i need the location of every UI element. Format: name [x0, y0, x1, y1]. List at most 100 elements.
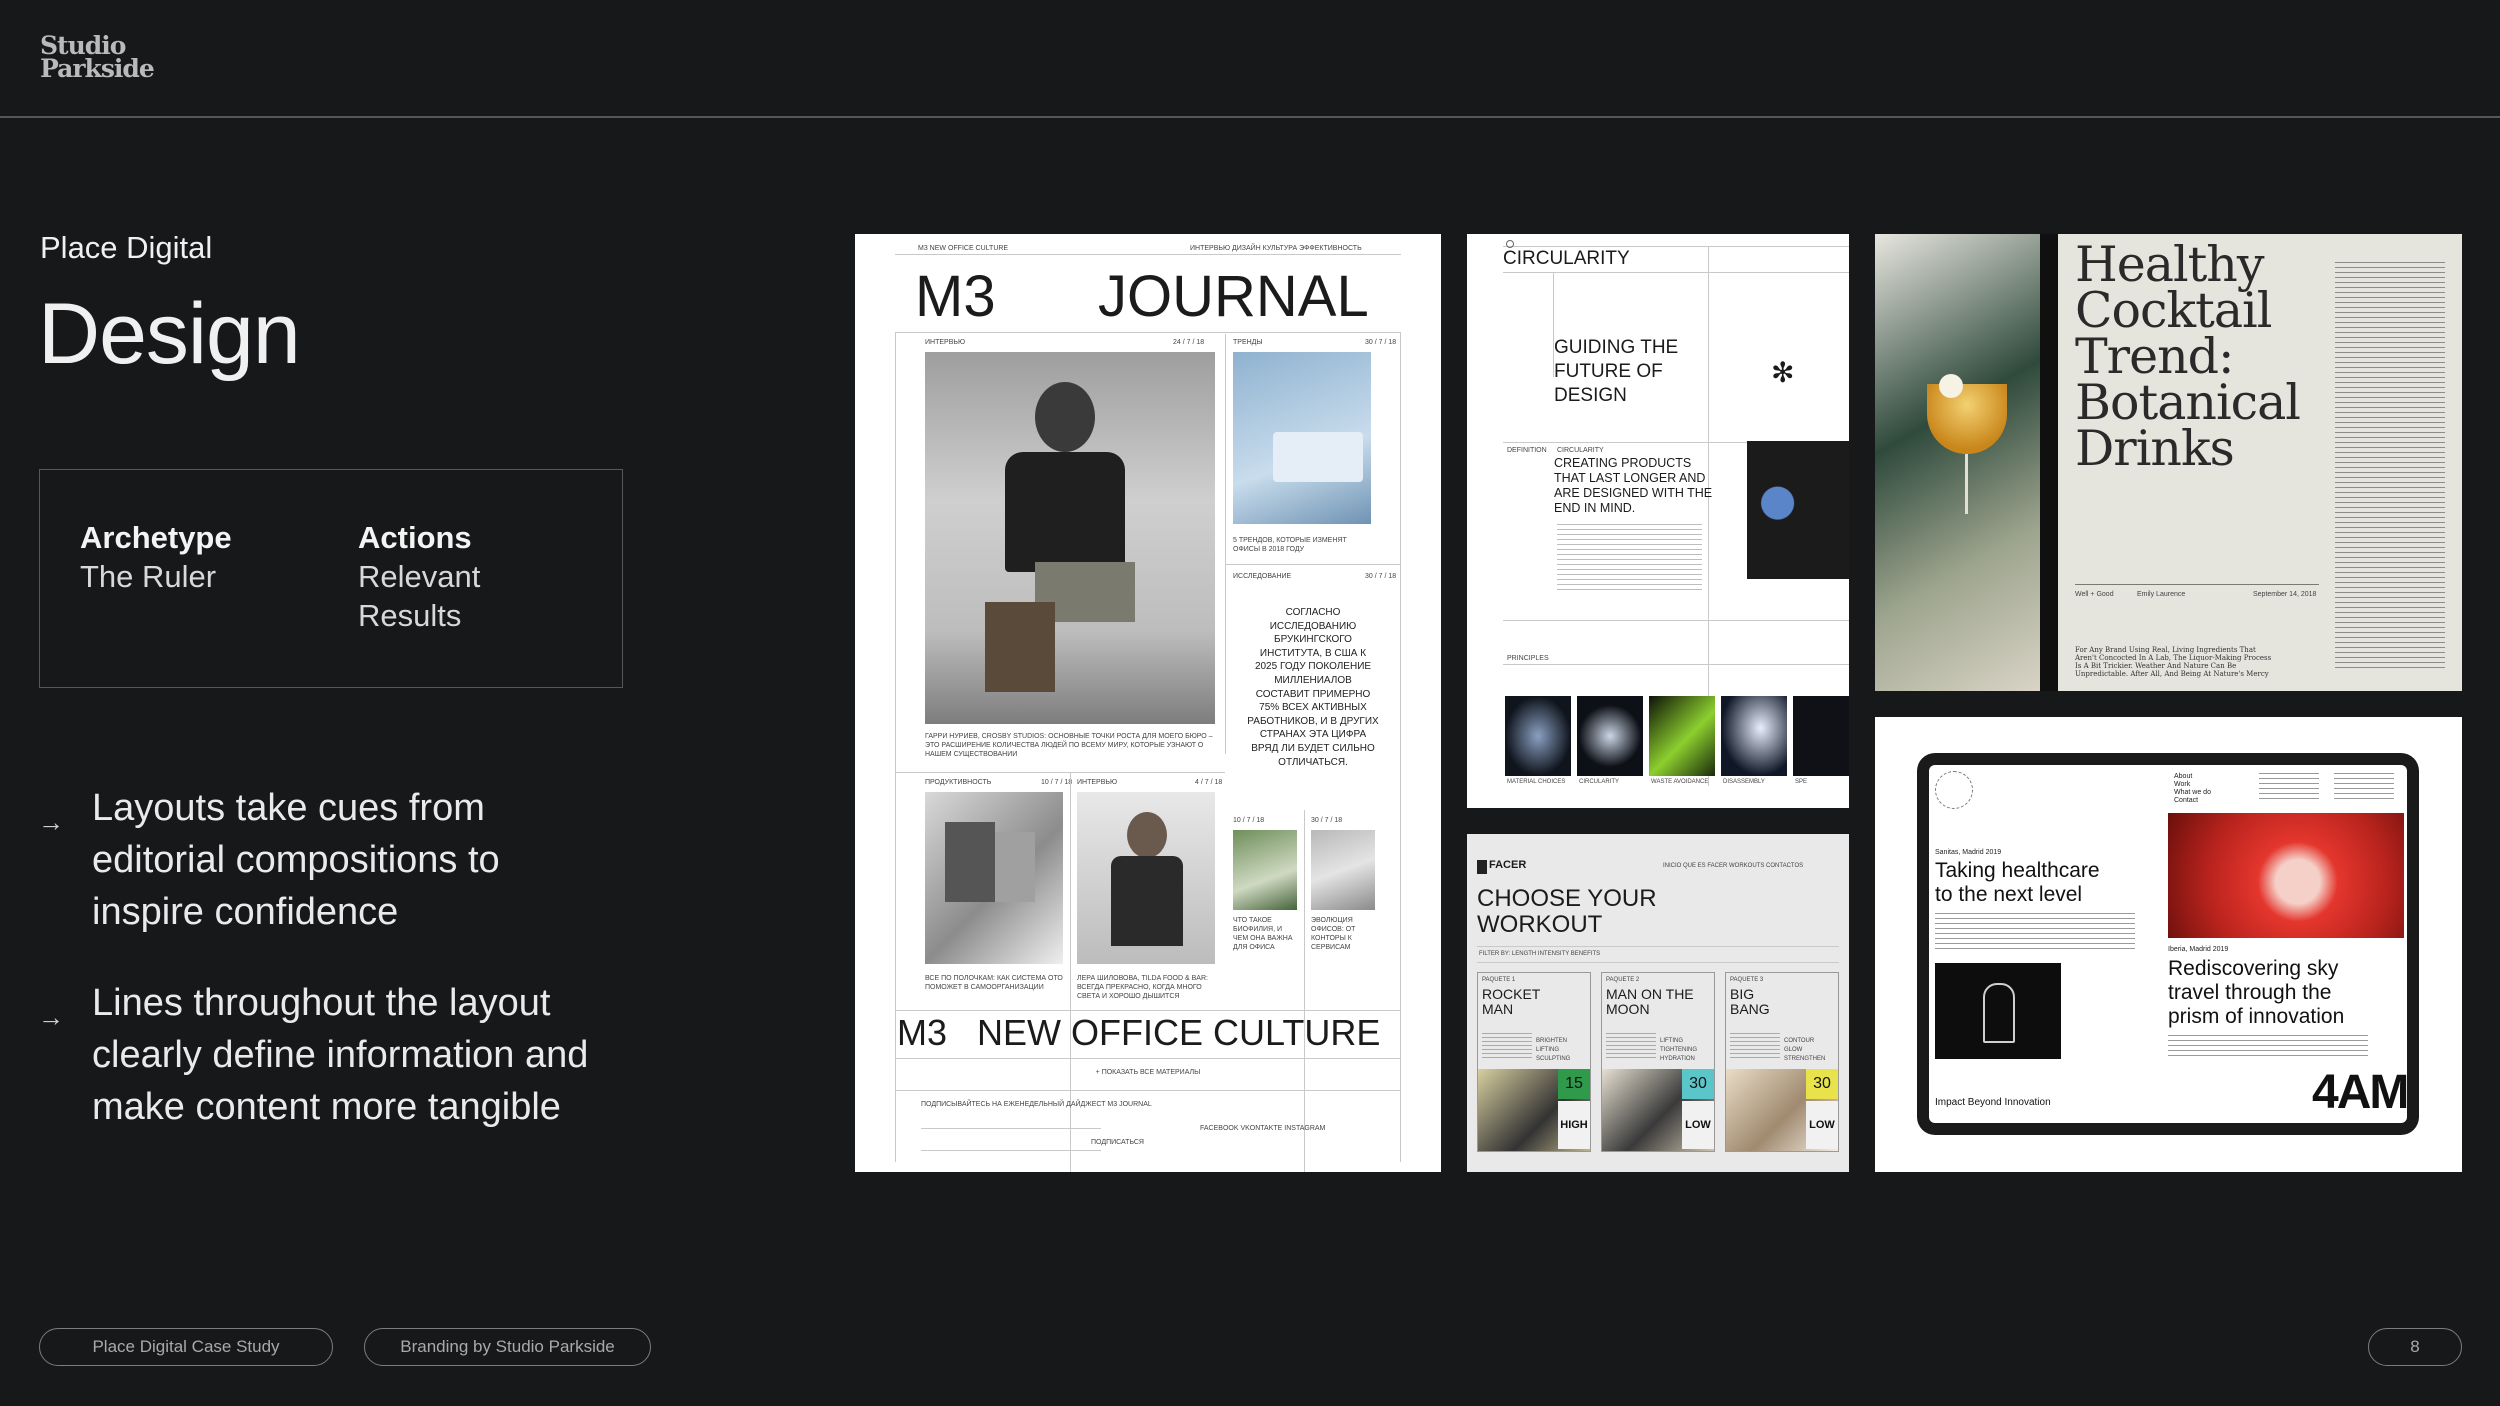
principle-thumb — [1721, 696, 1787, 776]
case-study-pill[interactable]: Place Digital Case Study — [39, 1328, 333, 1366]
archetype-value: The Ruler — [80, 559, 217, 594]
divider — [1477, 946, 1839, 947]
nav-item[interactable]: Work — [2174, 781, 2211, 789]
logo-line-2: Parkside — [40, 54, 155, 83]
brand-badge-icon — [1935, 771, 1973, 809]
quote-line: ИССЛЕДОВАНИЮ — [1269, 620, 1357, 632]
email-underline[interactable] — [921, 1128, 1101, 1129]
circularity-small-label: CIRCULARITY — [1557, 447, 1604, 454]
section-date: 4 / 7 / 18 — [1195, 779, 1223, 786]
name-underline[interactable] — [921, 1150, 1101, 1151]
article-date: September 14, 2018 — [2253, 591, 2317, 598]
project-body-text — [2168, 1035, 2368, 1057]
workout-card[interactable]: PAQUETE 1 ROCKET MAN BRIGHTEN LIFTING SC… — [1477, 972, 1591, 1152]
site-nav[interactable]: About Work What we do Contact — [2174, 773, 2211, 805]
archetype-column: Archetype The Ruler — [80, 518, 232, 596]
project-heading[interactable]: Taking healthcare to the next level — [1935, 859, 2100, 907]
bullet-icon — [1506, 240, 1514, 248]
m3-journal-mockup: M3 NEW OFFICE CULTURE ИНТЕРВЬЮ ДИЗАЙН КУ… — [855, 234, 1441, 1172]
divider — [1304, 810, 1305, 1172]
card-level: LOW — [1806, 1101, 1838, 1149]
quote-line: СОСТАВИТ ПРИМЕРНО — [1255, 688, 1371, 700]
social-links[interactable]: FACEBOOK VKONTAKTE INSTAGRAM — [1200, 1124, 1325, 1133]
journal-small-head: M3 NEW OFFICE CULTURE — [918, 245, 1009, 252]
divider — [895, 332, 896, 1162]
divider — [895, 1090, 1401, 1091]
vr-image[interactable] — [2168, 813, 2404, 938]
workout-card[interactable]: PAQUETE 2 MAN ON THE MOON LIFTING TIGHTE… — [1601, 972, 1715, 1152]
principle-thumb — [1649, 696, 1715, 776]
quote-line: ВРЯД ЛИ БУДЕТ СИЛЬНО — [1251, 742, 1375, 754]
bullet-line: clearly define information and — [92, 1034, 589, 1076]
facer-logo-icon — [1477, 860, 1487, 874]
title-line: ROCKET — [1482, 986, 1541, 1002]
woman-photo — [1077, 792, 1215, 964]
nav-item[interactable]: About — [2174, 773, 2211, 781]
facer-nav[interactable]: INICIO QUE ES FACER WORKOUTS CONTACTOS — [1663, 862, 1803, 871]
section-date: 10 / 7 / 18 — [1041, 779, 1073, 786]
section-subtitle: Place Digital — [40, 230, 213, 265]
quote-line: СТРАНАХ ЭТА ЦИФРА — [1259, 729, 1367, 741]
heading-line: FUTURE OF — [1554, 361, 1663, 382]
title-line: BANG — [1730, 1001, 1770, 1017]
heading-line: Rediscovering sky — [2168, 957, 2339, 980]
title-line: BIG — [1730, 986, 1755, 1002]
divider — [1503, 620, 1849, 621]
card-number: 30 — [1806, 1069, 1838, 1099]
facer-heading: CHOOSE YOUR WORKOUT — [1477, 886, 1657, 938]
card-benefit: BRIGHTEN LIFTING SCULPTING — [1536, 1038, 1571, 1062]
caption: 5 ТРЕНДОВ, КОТОРЫЕ ИЗМЕНЯТ ОФИСЫ В 2018 … — [1233, 537, 1347, 553]
article-source: Well + Good — [2075, 591, 2114, 598]
nav-item[interactable]: Contact — [2174, 797, 2211, 805]
nav-item[interactable]: What we do — [2174, 789, 2211, 797]
definition-line: ARE DESIGNED WITH THE — [1554, 486, 1713, 500]
asterisk-icon: ✻ — [1771, 357, 1795, 388]
divider — [895, 1010, 1401, 1011]
bullet-point: → Lines throughout the layout clearly de… — [38, 977, 658, 1137]
title-line: MAN ON THE — [1606, 986, 1694, 1002]
project-heading[interactable]: Rediscovering sky travel through the pri… — [2168, 957, 2344, 1029]
divider — [895, 332, 1401, 333]
shelf-photo — [925, 792, 1063, 964]
project-date: Iberia, Madrid 2019 — [2168, 946, 2229, 953]
section-date: 30 / 7 / 18 — [1365, 573, 1397, 580]
card-level: HIGH — [1558, 1101, 1590, 1149]
bullet-line: Layouts take cues from — [92, 787, 485, 829]
circularity-title: CIRCULARITY — [1503, 248, 1630, 269]
show-all-link[interactable]: + ПОКАЗАТЬ ВСЕ МАТЕРИАЛЫ — [855, 1068, 1441, 1077]
workout-card[interactable]: PAQUETE 3 BIG BANG CONTOUR GLOW STRENGTH… — [1725, 972, 1839, 1152]
principle-caption: WASTE AVOIDANCE — [1651, 779, 1709, 785]
quote-line: МИЛЛЕНИАЛОВ — [1274, 674, 1352, 686]
definition-line: CREATING PRODUCTS — [1554, 456, 1692, 470]
principles-label: PRINCIPLES — [1507, 655, 1549, 662]
facer-brand: FACER — [1489, 859, 1527, 871]
card-tag: PAQUETE 2 — [1606, 977, 1640, 983]
divider — [1503, 272, 1849, 273]
section-date: 10 / 7 / 18 — [1233, 817, 1265, 824]
subscribe-button[interactable]: ПОДПИСАТЬСЯ — [1091, 1138, 1144, 1147]
fouram-logo[interactable]: 4AM — [2312, 1067, 2407, 1119]
divider — [1400, 332, 1401, 1162]
branding-pill[interactable]: Branding by Studio Parkside — [364, 1328, 651, 1366]
plants-photo — [1233, 830, 1297, 910]
earth-photo — [1747, 441, 1849, 579]
heading-line: travel through the — [2168, 981, 2332, 1004]
filter-bar[interactable]: FILTER BY: LENGTH INTENSITY BENEFITS — [1479, 950, 1600, 959]
actions-value-2: Results — [358, 598, 462, 633]
section-label: ИНТЕРВЬЮ — [925, 339, 966, 346]
heading-line: Taking healthcare — [1935, 859, 2100, 882]
actions-column: Actions Relevant Results — [358, 518, 480, 635]
card-title: ROCKET MAN — [1482, 987, 1540, 1017]
card-level: LOW — [1682, 1101, 1714, 1149]
body-text-block — [1557, 524, 1702, 594]
caption: ЧТО ТАКОЕ БИОФИЛИЯ, И ЧЕМ ОНА ВАЖНА ДЛЯ … — [1233, 917, 1293, 951]
page-title: Design — [38, 286, 301, 382]
caption: ЭВОЛЮЦИЯ ОФИСОВ: ОТ КОНТОРЫ К СЕРВИСАМ — [1311, 917, 1356, 951]
bullet-line: editorial compositions to — [92, 839, 500, 881]
definition-line: END IN MIND. — [1554, 501, 1636, 515]
studio-logo[interactable]: Studio Parkside — [40, 33, 155, 83]
card-tag: PAQUETE 3 — [1730, 977, 1764, 983]
card-benefit: LIFTING TIGHTENING HYDRATION — [1660, 1038, 1697, 1062]
actions-value-1: Relevant — [358, 559, 481, 594]
project-image[interactable] — [1935, 963, 2061, 1059]
